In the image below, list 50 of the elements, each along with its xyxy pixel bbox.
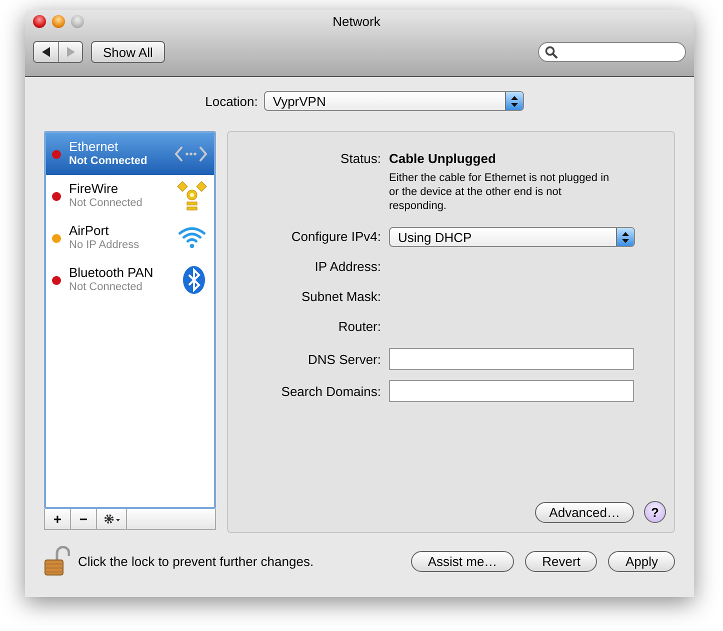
search-field[interactable] xyxy=(538,42,686,62)
left-triangle-icon xyxy=(41,47,51,57)
help-button[interactable]: ? xyxy=(644,501,666,523)
location-label: Location: xyxy=(205,94,258,108)
show-all-button[interactable]: Show All xyxy=(91,41,165,63)
service-name: FireWire xyxy=(69,182,120,196)
field-label: Subnet Mask: xyxy=(300,288,381,306)
close-button[interactable] xyxy=(33,14,46,28)
field-label: Router: xyxy=(337,318,381,336)
service-item[interactable]: Bluetooth PAN Not Connected xyxy=(46,259,214,301)
remove-button[interactable]: − xyxy=(71,509,97,529)
revert-button[interactable]: Revert xyxy=(525,550,598,572)
apply-button[interactable]: Apply xyxy=(608,550,675,572)
status-description: Either the cable for Ethernet is not plugged in or the device at the other end is not responding. xyxy=(389,171,610,213)
service-name: AirPort xyxy=(69,224,110,238)
service-item[interactable]: FireWire Not Connected xyxy=(46,175,214,217)
field-label: Configure IPv4: xyxy=(290,228,381,246)
field-label: Status: xyxy=(340,150,381,168)
service-item[interactable]: AirPort No IP Address xyxy=(46,217,214,259)
service-item[interactable]: Ethernet Not Connected xyxy=(46,133,214,175)
advanced-button[interactable]: Advanced… xyxy=(535,502,634,522)
text-field[interactable] xyxy=(389,380,634,402)
assist-button[interactable]: Assist me… xyxy=(410,550,514,572)
unlocked-padlock-icon[interactable] xyxy=(44,546,70,576)
zoom-button[interactable] xyxy=(71,14,84,28)
search-icon xyxy=(545,46,558,58)
right-triangle-icon xyxy=(66,47,76,57)
service-status: Not Connected xyxy=(69,280,144,294)
location-popup[interactable]: VyprVPN xyxy=(264,91,524,111)
up-down-arrows-icon xyxy=(510,96,518,106)
status-value: Cable Unplugged xyxy=(389,150,497,168)
service-status: Not Connected xyxy=(69,154,148,168)
up-down-arrows-icon xyxy=(622,232,629,242)
firewire-icon xyxy=(176,181,208,211)
service-name: Ethernet xyxy=(69,140,120,154)
field-label: IP Address: xyxy=(314,258,381,276)
add-button[interactable]: + xyxy=(45,509,71,529)
configure-popup[interactable]: Using DHCP xyxy=(389,227,635,247)
lock-message: Click the lock to prevent further changes. xyxy=(78,554,314,568)
gear-icon xyxy=(102,513,120,525)
text-field[interactable] xyxy=(389,348,634,370)
back-button[interactable] xyxy=(34,42,58,62)
service-name: Bluetooth PAN xyxy=(69,266,154,280)
service-status: No IP Address xyxy=(69,238,140,252)
service-status: Not Connected xyxy=(69,196,144,210)
minimize-button[interactable] xyxy=(52,14,65,28)
field-label: DNS Server: xyxy=(307,351,381,369)
bluetooth-icon xyxy=(180,265,208,295)
window-title: Network xyxy=(332,14,382,28)
field-label: Search Domains: xyxy=(280,383,381,401)
